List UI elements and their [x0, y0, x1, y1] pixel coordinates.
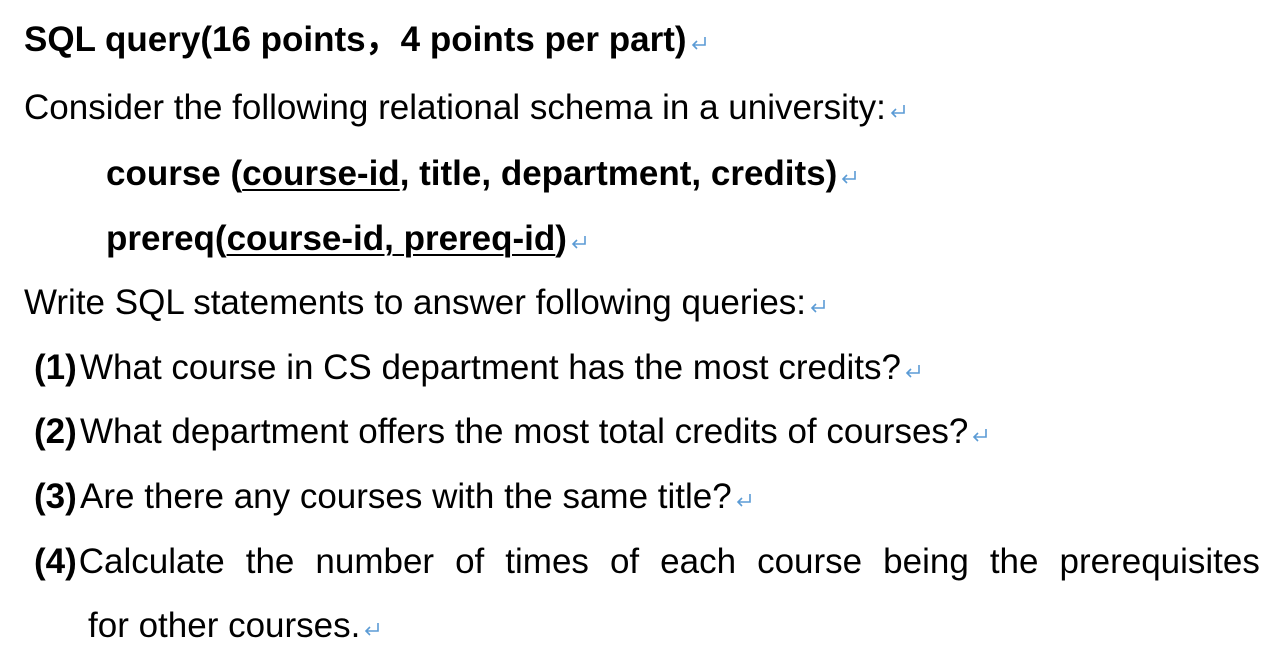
schema-course-line: course (course-id, title, department, cr… — [106, 154, 859, 194]
question-word: of — [455, 542, 485, 581]
return-mark-icon — [569, 232, 589, 252]
return-mark-icon — [362, 619, 382, 639]
schema-prereq-name: prereq( — [106, 219, 227, 258]
question-word: Calculate — [78, 542, 225, 581]
heading-line: SQL query(16 points，4 points per part) — [24, 20, 709, 60]
schema-course-name: course ( — [106, 154, 243, 193]
question-number: (3) — [34, 477, 77, 516]
instruction-line: Write SQL statements to answer following… — [24, 283, 828, 323]
question-item: (3)Are there any courses with the same t… — [34, 477, 754, 517]
schema-prereq-line: prereq(course-id, prereq-id) — [106, 219, 589, 259]
intro-text: Consider the following relational schema… — [24, 88, 886, 127]
return-mark-icon — [903, 361, 923, 381]
question-item: (4) Calculate the number of times of each cours… — [34, 542, 1260, 582]
return-mark-icon — [808, 296, 828, 316]
heading-text: SQL query(16 points，4 points per part) — [24, 20, 687, 59]
question-item: (1)What course in CS department has the … — [34, 348, 923, 388]
schema-course-key: course-id — [242, 154, 400, 193]
question-number: (1) — [34, 348, 77, 387]
question-text: What department offers the most total cr… — [80, 412, 969, 451]
question-word: prerequisites — [1059, 542, 1260, 581]
return-mark-icon — [689, 33, 709, 53]
question-text: Calculate the number of times of each course bei… — [77, 542, 1260, 582]
return-mark-icon — [839, 167, 859, 187]
question-continuation-line: for other courses. — [88, 606, 382, 646]
question-text: Are there any courses with the same titl… — [80, 477, 732, 516]
question-word: the — [245, 542, 295, 581]
question-number: (2) — [34, 412, 77, 451]
return-mark-icon — [970, 425, 990, 445]
question-word: times — [505, 542, 589, 581]
return-mark-icon — [734, 490, 754, 510]
schema-prereq-rest: ) — [555, 219, 567, 258]
question-text: What course in CS department has the mos… — [80, 348, 901, 387]
question-continuation-text: for other courses. — [88, 606, 361, 645]
question-word: course — [757, 542, 863, 581]
schema-course-rest: , title, department, credits) — [399, 154, 838, 193]
question-word: being — [883, 542, 969, 581]
intro-line: Consider the following relational schema… — [24, 88, 908, 128]
schema-prereq-key: course-id, prereq-id — [226, 219, 556, 258]
question-word: number — [315, 542, 435, 581]
question-number: (4) — [34, 542, 77, 581]
question-word: of — [609, 542, 640, 581]
instruction-text: Write SQL statements to answer following… — [24, 283, 807, 322]
question-word: each — [660, 542, 737, 581]
return-mark-icon — [888, 101, 908, 121]
question-item: (2)What department offers the most total… — [34, 412, 990, 452]
question-word: the — [989, 542, 1039, 581]
